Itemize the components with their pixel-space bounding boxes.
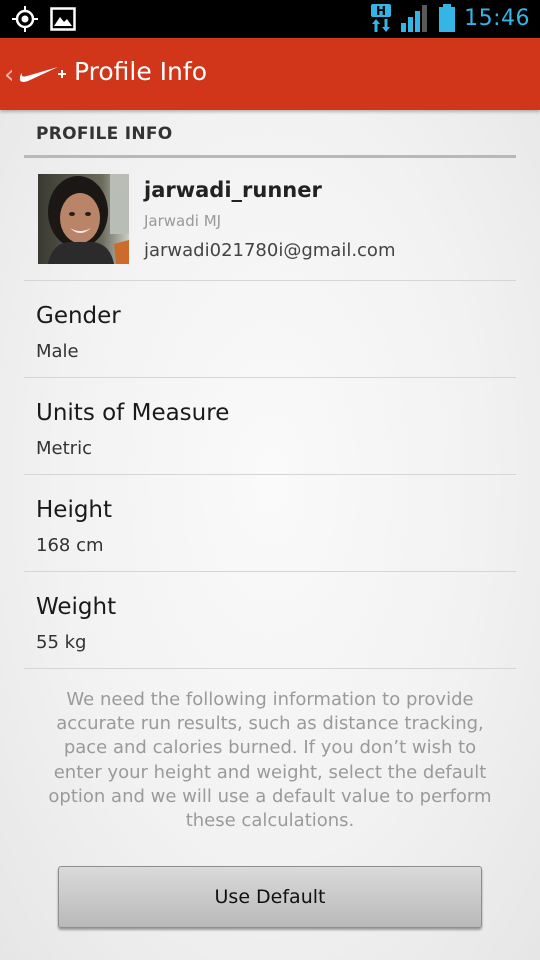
avatar [38, 174, 129, 264]
clock: 15:46 [464, 5, 530, 31]
battery-icon [439, 4, 456, 32]
section-header-label: PROFILE INFO [36, 124, 173, 144]
setting-weight[interactable]: Weight 55 kg [24, 572, 516, 669]
use-default-button[interactable]: Use Default [58, 866, 482, 928]
setting-label: Weight [36, 594, 117, 620]
setting-value: 168 cm [36, 535, 104, 556]
setting-label: Height [36, 497, 113, 523]
full-name: Jarwadi MJ [144, 212, 222, 230]
setting-units-of-measure[interactable]: Units of Measure Metric [24, 378, 516, 475]
setting-value: 55 kg [36, 632, 87, 653]
setting-value: Male [36, 341, 79, 362]
action-bar: ‹ Profile Info [0, 38, 540, 110]
network-h-icon: H [371, 4, 392, 32]
network-type-label: H [376, 4, 386, 18]
profile-summary[interactable]: jarwadi_runner Jarwadi MJ jarwadi021780i… [24, 158, 516, 281]
gps-icon [12, 6, 38, 32]
back-chevron-icon[interactable]: ‹ [4, 60, 14, 90]
signal-icon [401, 5, 428, 32]
email: jarwadi021780i@gmail.com [144, 240, 396, 261]
setting-height[interactable]: Height 168 cm [24, 475, 516, 572]
username: jarwadi_runner [144, 178, 322, 202]
status-bar: H 15:46 [0, 0, 540, 38]
setting-label: Units of Measure [36, 400, 230, 426]
nike-plus-logo[interactable] [18, 62, 68, 86]
setting-value: Metric [36, 438, 92, 459]
setting-gender[interactable]: Gender Male [24, 281, 516, 378]
setting-label: Gender [36, 303, 121, 329]
gallery-icon [50, 7, 76, 31]
page-title: Profile Info [74, 57, 207, 86]
section-header: PROFILE INFO [24, 110, 516, 158]
info-text: We need the following information to pro… [48, 689, 492, 832]
